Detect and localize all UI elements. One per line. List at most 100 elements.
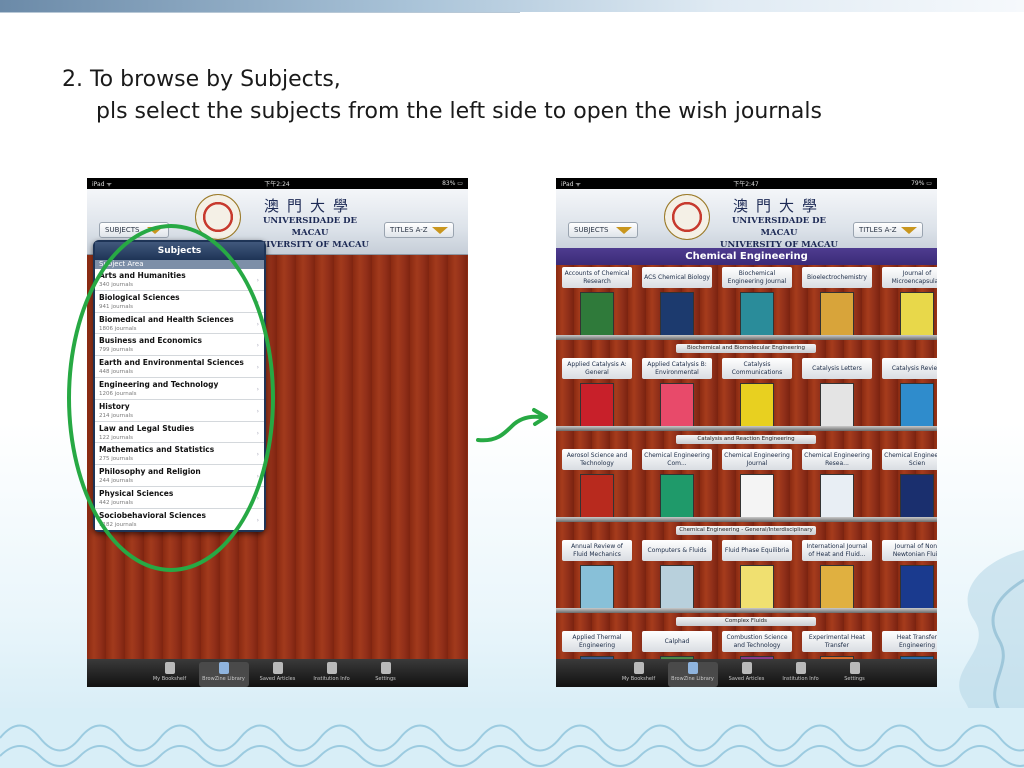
tab-bar: My Bookshelf BrowZine Library Saved Arti… <box>556 659 937 687</box>
building-icon <box>795 662 806 674</box>
university-banner: SUBJECTS 澳門大學 UNIVERSIDADE DE MACAU UNIV… <box>556 189 937 255</box>
shelf-rail <box>556 517 937 522</box>
tab-my-bookshelf[interactable]: My Bookshelf <box>145 662 195 687</box>
carrier-label: iPad ᯤ <box>561 180 581 188</box>
library-icon <box>687 662 698 674</box>
journal-title-label[interactable]: Combustion Science and Technology <box>722 631 792 652</box>
shelf-row: Applied Catalysis A: General Applied Cata… <box>556 356 937 447</box>
journal-title-label[interactable]: Applied Catalysis A: General <box>562 358 632 379</box>
journal-title-label[interactable]: Catalysis Letters <box>802 358 872 379</box>
journal-title-label[interactable]: Bioelectrochemistry <box>802 267 872 288</box>
journal-cover[interactable] <box>820 292 854 336</box>
journal-cover[interactable] <box>660 292 694 336</box>
journal-cover[interactable] <box>580 292 614 336</box>
section-divider-label[interactable]: Complex Fluids <box>676 617 816 626</box>
chevron-right-icon: › <box>256 516 259 524</box>
journal-title-label[interactable]: ACS Chemical Biology <box>642 267 712 288</box>
journal-cover[interactable] <box>740 292 774 336</box>
shelf-rail <box>556 335 937 340</box>
battery-label: 83% ▭ <box>442 180 463 187</box>
journal-title-label[interactable]: Chemical Engineering Scien <box>882 449 937 470</box>
journal-cover[interactable] <box>820 474 854 518</box>
journal-cover[interactable] <box>820 565 854 609</box>
journal-title-label[interactable]: Annual Review of Fluid Mechanics <box>562 540 632 561</box>
status-bar: iPad ᯤ 下午2:24 83% ▭ <box>87 178 468 189</box>
journal-title-label[interactable]: Applied Catalysis B: Environmental <box>642 358 712 379</box>
top-decor-band <box>0 0 1024 13</box>
chevron-right-icon: › <box>256 277 259 284</box>
inbox-icon <box>272 662 283 674</box>
journal-cover[interactable] <box>660 474 694 518</box>
tab-label: Saved Articles <box>259 676 296 682</box>
journal-title-label[interactable]: Calphad <box>642 631 712 652</box>
tab-label: Settings <box>375 676 396 682</box>
dropdown-triangle-icon <box>616 227 632 234</box>
tab-my-bookshelf[interactable]: My Bookshelf <box>614 662 664 687</box>
journal-cover[interactable] <box>740 565 774 609</box>
shelf-rail <box>556 426 937 431</box>
library-icon <box>218 662 229 674</box>
journal-title-label[interactable]: Fluid Phase Equilibria <box>722 540 792 561</box>
university-name-en: UNIVERSITY OF MACAU <box>251 240 369 250</box>
section-divider-label[interactable]: Biochemical and Biomolecular Engineering <box>676 344 816 353</box>
section-divider-label[interactable]: Chemical Engineering - General/Interdisc… <box>676 526 816 535</box>
journal-title-label[interactable]: Chemical Engineering Journal <box>722 449 792 470</box>
dropdown-triangle-icon <box>432 227 448 234</box>
journal-cover[interactable] <box>580 474 614 518</box>
journal-cover[interactable] <box>580 383 614 427</box>
dropdown-triangle-icon <box>901 227 917 234</box>
journal-cover[interactable] <box>900 474 934 518</box>
tab-saved-articles[interactable]: Saved Articles <box>722 662 772 687</box>
journal-title-label[interactable]: Experimental Heat Transfer <box>802 631 872 652</box>
tab-browzine-library[interactable]: BrowZine Library <box>667 662 718 687</box>
journal-title-label[interactable]: Computers & Fluids <box>642 540 712 561</box>
journal-title-label[interactable]: Applied Thermal Engineering <box>562 631 632 652</box>
journal-cover[interactable] <box>820 383 854 427</box>
tab-label: My Bookshelf <box>152 676 187 682</box>
tab-label: Institution Info <box>313 676 350 682</box>
journal-title-label[interactable]: Accounts of Chemical Research <box>562 267 632 288</box>
tab-label: Saved Articles <box>728 676 765 682</box>
tab-bar: My Bookshelf BrowZine Library Saved Arti… <box>87 659 468 687</box>
university-name-cn: 澳門大學 <box>732 197 825 215</box>
shelf-rail <box>556 608 937 613</box>
journal-title-label[interactable]: Biochemical Engineering Journal <box>722 267 792 288</box>
tab-label: My Bookshelf <box>621 676 656 682</box>
journal-title-label[interactable]: Chemical Engineering Resea... <box>802 449 872 470</box>
journal-title-label[interactable]: Chemical Engineering Com... <box>642 449 712 470</box>
journal-title-label[interactable]: Journal of Microencapsulati <box>882 267 937 288</box>
highlight-ellipse <box>67 224 275 572</box>
clock-label: 下午2:24 <box>264 181 290 188</box>
chevron-right-icon: › <box>256 494 259 502</box>
titles-az-button[interactable]: TITLES A-Z <box>853 222 923 238</box>
battery-label: 79% ▭ <box>911 180 932 187</box>
subjects-button-label: SUBJECTS <box>574 226 609 234</box>
journal-cover[interactable] <box>580 565 614 609</box>
tab-browzine-library[interactable]: BrowZine Library <box>198 662 249 687</box>
journal-title-label[interactable]: Catalysis Review <box>882 358 937 379</box>
titles-button-label: TITLES A-Z <box>859 226 897 234</box>
bookshelf-icon <box>164 662 175 674</box>
tab-label: BrowZine Library <box>671 676 714 682</box>
titles-az-button[interactable]: TITLES A-Z <box>384 222 454 238</box>
tab-settings[interactable]: Settings <box>361 662 411 687</box>
subjects-button[interactable]: SUBJECTS <box>568 222 638 238</box>
tab-label: BrowZine Library <box>202 676 245 682</box>
journal-shelves: Accounts of Chemical Research ACS Chemica… <box>556 265 937 687</box>
section-divider-label[interactable]: Catalysis and Reaction Engineering <box>676 435 816 444</box>
journal-title-label[interactable]: Aerosol Science and Technology <box>562 449 632 470</box>
journal-cover[interactable] <box>740 383 774 427</box>
journal-cover[interactable] <box>900 292 934 336</box>
journal-cover[interactable] <box>900 383 934 427</box>
tab-saved-articles[interactable]: Saved Articles <box>253 662 303 687</box>
journal-cover[interactable] <box>660 565 694 609</box>
journal-cover[interactable] <box>660 383 694 427</box>
journal-title-label[interactable]: International Journal of Heat and Fluid.… <box>802 540 872 561</box>
heading-line-1: 2. To browse by Subjects, <box>62 67 341 92</box>
journal-cover[interactable] <box>740 474 774 518</box>
tab-institution-info[interactable]: Institution Info <box>307 662 357 687</box>
curved-arrow-icon <box>476 408 548 443</box>
tab-institution-info[interactable]: Institution Info <box>776 662 826 687</box>
journal-title-label[interactable]: Catalysis Communications <box>722 358 792 379</box>
tab-settings[interactable]: Settings <box>830 662 880 687</box>
